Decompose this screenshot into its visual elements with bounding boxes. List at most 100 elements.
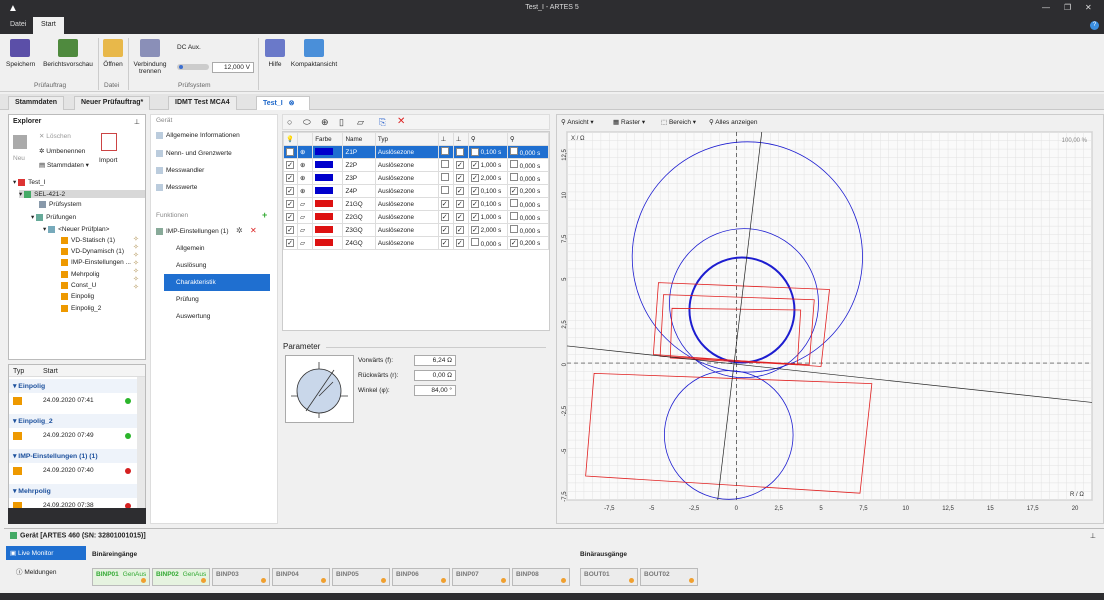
new-button[interactable]: Neu [13,155,25,162]
col-name[interactable]: Name [342,132,376,146]
nav-nenn-grenzwerte[interactable]: Nenn- und Grenzwerte [156,150,232,157]
zone-time2-check[interactable] [509,147,518,155]
zone-enabled-checkbox[interactable]: ✓ [286,161,294,169]
zone-time2-check[interactable] [509,212,518,220]
zone-check-b[interactable]: ✓ [455,200,464,208]
zone-enabled-checkbox[interactable]: ✓ [286,174,294,182]
tree-item-einpolig-2[interactable]: Einpolig_2 [61,305,101,312]
zone-time2[interactable]: 0,000 s [520,202,541,209]
tab-close-icon[interactable]: ⊗ [289,100,295,107]
history-row[interactable]: 24.09.2020 07:40 [9,465,137,478]
zone-time[interactable]: 2,000 s [481,227,502,234]
pin-icon[interactable]: ⊥ [1090,532,1096,540]
zone-enabled-checkbox[interactable]: ✓ [286,239,294,247]
tree-item-mehrpolig[interactable]: Mehrpolig [61,271,100,278]
zone-time[interactable]: 1,000 s [481,162,502,169]
menu-tab-datei[interactable]: Datei [2,17,34,34]
zone-row[interactable]: ✓ ▱ Z1GQ Auslösezone ✓ ✓ ✓ 0,100 s 0,000 s [282,197,550,211]
zone-enabled-checkbox[interactable]: ✓ [286,213,294,221]
zone-row[interactable]: ✓ ⊕ Z2P Auslösezone ✓ ✓ 1,000 s 0,000 s [282,158,550,172]
tree-item-pruefsystem[interactable]: Prüfsystem [39,201,82,208]
col-farbe[interactable]: Farbe [312,132,344,146]
zone-color-swatch[interactable] [315,187,334,195]
zone-row[interactable]: ✓ ▱ Z3GQ Auslösezone ✓ ✓ ✓ 2,000 s 0,000 s [282,223,550,237]
zone-color-swatch[interactable] [315,239,334,247]
history-row[interactable]: 24.09.2020 07:41 [9,395,137,408]
zone-time2[interactable]: 0,000 s [520,176,541,183]
zone-time-check[interactable]: ✓ [470,148,479,156]
delete-zone-icon[interactable]: ✕ [397,116,405,127]
zone-time-check[interactable] [470,238,479,246]
history-group-header[interactable]: ▾ Einpolig [9,379,137,393]
rx-impedance-plot[interactable]: -7,5 -5 -2,5 0 2,5 5 7,5 10 12,5 15 17,5 20 12,5 10 7,… [557,128,1103,514]
zone-time-check[interactable]: ✓ [470,200,479,208]
tree-item-test-i[interactable]: ▾ Test_I [13,178,45,186]
save-button[interactable]: Speichern [6,39,35,68]
open-button[interactable]: Öffnen [102,39,124,68]
copy-zone-icon[interactable]: ⎘ [379,117,386,128]
mho-zone-icon[interactable]: ⊕ [321,117,329,128]
zone-check-a[interactable] [440,173,449,181]
zone-check-b[interactable]: ✓ [455,148,464,156]
zone-time2-check[interactable] [509,160,518,168]
zone-row[interactable]: ✓ ▱ Z4GQ Auslösezone ✓ ✓ 0,000 s ✓ 0,200 s [282,236,550,250]
grid-menu[interactable]: ▦ Raster ▾ [613,118,645,126]
zone-time2[interactable]: 0,000 s [520,150,541,157]
zone-check-a[interactable] [440,160,449,168]
new-icon[interactable] [13,135,27,149]
tree-item-imp[interactable]: IMP-Einstellungen ... [61,259,131,266]
zone-time[interactable]: 2,000 s [481,175,502,182]
zone-color-swatch[interactable] [315,174,334,182]
zone-time-check[interactable]: ✓ [470,161,479,169]
col-typ[interactable]: Typ [374,132,439,146]
zone-enabled-checkbox[interactable]: ✓ [286,200,294,208]
delete-button[interactable]: ✕ Löschen [39,132,71,140]
compact-view-button[interactable]: Kompaktansicht [290,39,338,68]
show-all-button[interactable]: ⚲ Alles anzeigen [709,118,758,126]
zone-time2-check[interactable]: ✓ [509,187,518,195]
pin-icon[interactable]: ⊥ [134,118,140,126]
subnav-pruefung[interactable]: Prüfung [164,291,270,308]
zone-row[interactable]: ✓ ▱ Z2GQ Auslösezone ✓ ✓ ✓ 1,000 s 0,000 s [282,210,550,224]
tab-idmt-test[interactable]: IDMT Test MCA4 [168,96,237,110]
help-icon[interactable]: ? [1090,21,1099,30]
zone-time2-check[interactable] [509,225,518,233]
close-icon[interactable]: ✕ [1085,3,1092,12]
subnav-allgemein[interactable]: Allgemein [164,240,270,257]
zone-time[interactable]: 0,100 s [481,149,502,156]
minimize-icon[interactable]: — [1042,3,1050,12]
reverse-input[interactable]: 0,00 Ω [414,370,456,381]
col-typ[interactable]: Typ [13,368,24,375]
zone-check-a[interactable]: ✓ [440,226,449,234]
zone-check-a[interactable] [440,147,449,155]
zone-time2[interactable]: 0,000 s [520,228,541,235]
subnav-auswertung[interactable]: Auswertung [164,308,270,325]
zone-time2-check[interactable]: ✓ [509,239,518,247]
nav-messwerte[interactable]: Messwerte [156,184,197,191]
zone-check-b[interactable]: ✓ [455,187,464,195]
restore-icon[interactable]: ❐ [1064,3,1071,12]
zone-time-check[interactable]: ✓ [470,187,479,195]
history-group-header[interactable]: ▾ Einpolig_2 [9,414,137,428]
history-group-header[interactable]: ▾ IMP-Einstellungen (1) (1) [9,449,137,463]
col-icon-d[interactable]: ⚲ [506,132,550,146]
history-scrollbar[interactable] [137,377,145,523]
zone-time2[interactable]: 0,000 s [520,215,541,222]
zone-check-b[interactable]: ✓ [455,174,464,182]
master-data-button[interactable]: ▤ Stammdaten ▾ [39,161,89,169]
delete-function-icon[interactable]: ✕ [250,226,257,235]
col-icon-c[interactable]: ⚲ [467,132,508,146]
zone-check-a[interactable]: ✓ [440,200,449,208]
messages-tab[interactable]: ⓘ Meldungen [16,566,56,576]
col-icon-a[interactable]: ⊥ [437,132,454,146]
tab-test-i[interactable]: Test_I ⊗ [256,96,310,110]
col-icon-b[interactable]: ⊥ [452,132,469,146]
forward-input[interactable]: 6,24 Ω [414,355,456,366]
zone-row[interactable]: ✓ ⊕ Z3P Auslösezone ✓ ✓ 2,000 s 0,000 s [282,171,550,185]
polygon-zone-icon[interactable]: ▱ [357,117,364,128]
zone-time[interactable]: 0,100 s [481,188,502,195]
zone-color-swatch[interactable] [315,148,334,156]
zone-time-check[interactable]: ✓ [470,226,479,234]
zone-time[interactable]: 1,000 s [481,214,502,221]
help-button[interactable]: Hilfe [264,39,286,68]
